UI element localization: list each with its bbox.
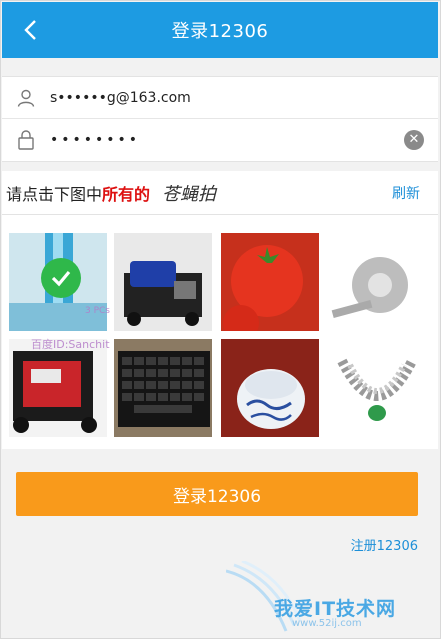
username-field[interactable]: s••••••g@163.com xyxy=(50,90,191,106)
password-row: •••••••• ✕ xyxy=(2,119,438,161)
chevron-left-icon[interactable] xyxy=(16,15,46,45)
baidu-watermark: 3 PCs 百度ID:Sanchit xyxy=(31,306,110,352)
app-frame: 登录12306 s••••••g@163.com •••••••• ✕ 请点击下… xyxy=(0,0,441,639)
prompt-target: 苍蝇拍 xyxy=(162,183,217,205)
generator-image[interactable] xyxy=(114,233,212,331)
register-link[interactable]: 注册12306 xyxy=(351,535,418,554)
password-field[interactable]: •••••••• xyxy=(50,132,140,148)
header-bar: 登录12306 xyxy=(2,2,438,58)
clear-icon[interactable]: ✕ xyxy=(404,130,424,150)
porcelain-bowl-image[interactable] xyxy=(221,339,319,437)
username-row: s••••••g@163.com xyxy=(2,77,438,119)
watermark-text: 百度ID:Sanchit xyxy=(31,338,110,351)
red-generator-image[interactable] xyxy=(9,339,107,437)
prompt-prefix: 请点击下图中 xyxy=(6,184,103,204)
captcha-prompt-bar: 请点击下图中所有的 苍蝇拍 刷新 xyxy=(2,171,438,215)
site-watermark: 我爱IT技术网 www.52ij.com xyxy=(225,559,436,636)
keyboard-image[interactable] xyxy=(114,339,212,437)
prompt-emphasis: 所有的 xyxy=(102,184,151,204)
selected-check-icon xyxy=(41,258,81,298)
captcha-prompt: 请点击下图中所有的 苍蝇拍 xyxy=(2,180,216,206)
tomato-image[interactable] xyxy=(221,233,319,331)
site-url: www.52ij.com xyxy=(292,618,362,629)
refresh-link[interactable]: 刷新 xyxy=(392,183,420,203)
site-name: 我爱IT技术网 xyxy=(274,598,397,620)
page-title: 登录12306 xyxy=(171,21,269,42)
login-button[interactable]: 登录12306 xyxy=(16,472,418,516)
watermark-small: 3 PCs xyxy=(85,306,110,316)
lock-icon xyxy=(2,129,50,151)
necklace-image[interactable] xyxy=(328,339,426,437)
person-icon xyxy=(2,88,50,108)
tape-measure-image[interactable] xyxy=(328,233,426,331)
login-form: s••••••g@163.com •••••••• ✕ xyxy=(2,76,438,162)
